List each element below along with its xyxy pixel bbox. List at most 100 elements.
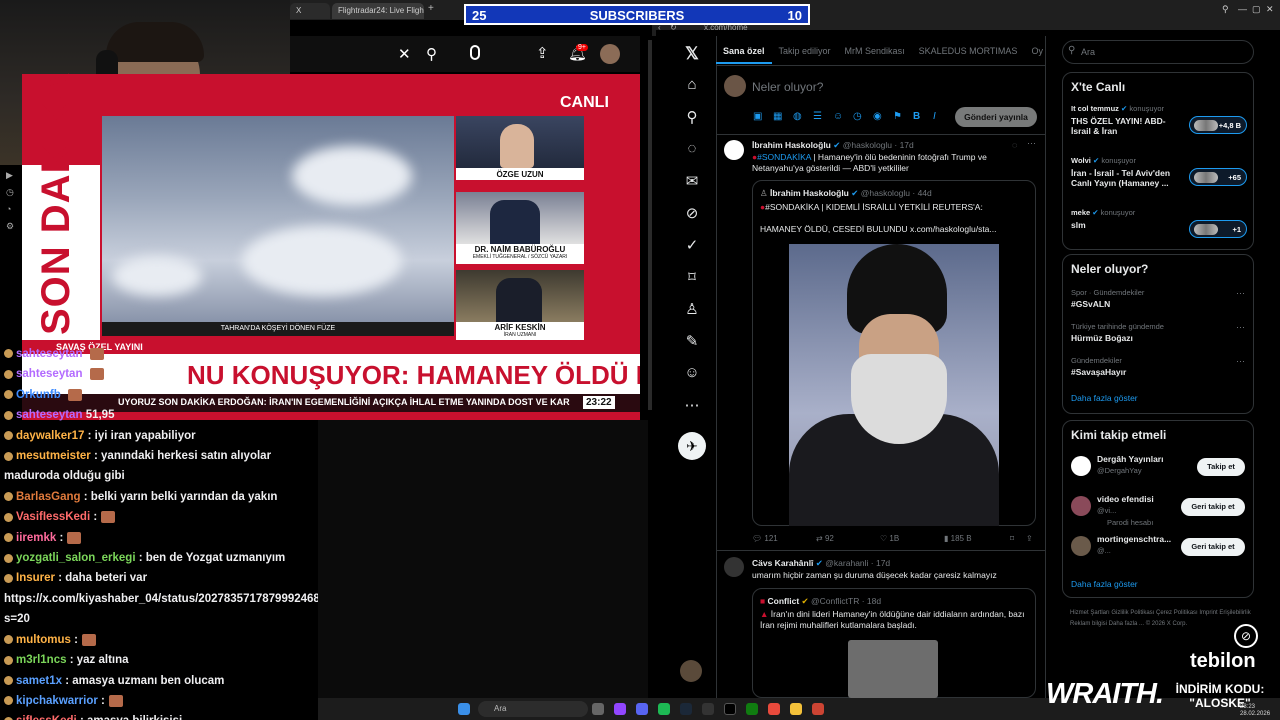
chat-username[interactable]: iiremkk <box>16 532 56 544</box>
live-listeners[interactable]: +4,8 B <box>1189 116 1247 134</box>
like-button[interactable]: ♡ 1B <box>880 534 899 543</box>
follow-name[interactable]: video efendisi <box>1097 494 1179 504</box>
chat-username[interactable]: Insurer <box>16 572 55 584</box>
epic-icon[interactable] <box>702 703 714 715</box>
follow-name[interactable]: Dergâh Yayınları <box>1097 454 1179 464</box>
timeline-tab[interactable]: SKALEDUS MORTIMAS <box>912 38 1025 56</box>
chat-username[interactable]: kipchakwarrior <box>16 695 98 707</box>
trends-more-link[interactable]: Daha fazla göster <box>1071 393 1138 403</box>
follow-more-link[interactable]: Daha fazla göster <box>1071 579 1138 589</box>
timeline-tab[interactable]: MrM Sendikası <box>838 38 912 56</box>
live-item[interactable]: Wolvi ✔ konuşuyor İran - İsrail - Tel Avi… <box>1071 156 1249 202</box>
history-icon[interactable]: ◷ <box>6 187 14 198</box>
trend-item[interactable]: Türkiye tarihinde gündemde Hürmüz Boğazı ⋯ <box>1071 322 1247 350</box>
author-handle[interactable]: @karahanli · 17d <box>825 558 890 568</box>
chat-username[interactable]: samet1x <box>16 675 62 687</box>
xbox-icon[interactable] <box>746 703 758 715</box>
folder-icon[interactable] <box>790 703 802 715</box>
follow-name[interactable]: mortingenschtra... <box>1097 534 1179 544</box>
tab-x[interactable]: X <box>290 3 330 19</box>
avatar[interactable] <box>1071 536 1091 556</box>
tweet-photo[interactable] <box>789 244 999 526</box>
chat-username[interactable]: sahteseytan <box>16 409 82 421</box>
bold-icon[interactable]: B <box>913 111 920 122</box>
bookmark-icon[interactable]: ⌑ <box>1010 534 1014 543</box>
chat-username[interactable]: VasifIessKedi <box>16 511 90 523</box>
live-item[interactable]: It col temmuz ✔ konuşuyor THS ÖZEL YAYIN!… <box>1071 104 1249 150</box>
timeline-tab[interactable]: Oy <box>1024 38 1046 56</box>
location-icon[interactable]: ◉ <box>873 111 882 122</box>
grok-icon[interactable]: ◍ <box>793 111 802 122</box>
bookmarks-icon[interactable]: ⌑ <box>680 268 704 286</box>
emoji-icon[interactable]: ☺ <box>833 111 843 122</box>
author-handle[interactable]: @haskologlu · 17d <box>843 140 914 150</box>
clear-search-icon[interactable]: ✕ <box>398 45 411 63</box>
task-view-icon[interactable] <box>592 703 604 715</box>
x-logo-icon[interactable]: 𝕏 <box>680 44 704 64</box>
chat-username[interactable]: multomus <box>16 634 71 646</box>
more-options-icon[interactable]: ⋯ <box>1236 356 1245 367</box>
hashtag[interactable]: #SONDAKİKA <box>757 152 811 162</box>
spotify-icon[interactable] <box>658 703 670 715</box>
image-icon[interactable]: ▣ <box>753 111 762 122</box>
grok-icon[interactable]: ◌ <box>1012 140 1017 150</box>
communities-icon[interactable]: ✓ <box>680 236 704 254</box>
chat-username[interactable]: mesutmeister <box>16 450 91 462</box>
taskbar-search[interactable]: Ara <box>478 701 588 717</box>
profile-icon[interactable]: ☺ <box>680 364 704 381</box>
search-icon[interactable]: ⚲ <box>426 45 437 63</box>
live-item[interactable]: meke ✔ konuşuyor slm +1 <box>1071 208 1249 254</box>
settings-icon[interactable]: ⚙ <box>6 221 14 232</box>
follow-button[interactable]: Takip et <box>1197 458 1245 476</box>
quote-image[interactable] <box>848 640 938 698</box>
chat-username[interactable]: daywalker17 <box>16 430 84 442</box>
scrollbar[interactable] <box>648 40 652 410</box>
follow-button[interactable]: Geri takip et <box>1181 498 1245 516</box>
trend-item[interactable]: Gündemdekiler #SavaşaHayır ⋯ <box>1071 356 1247 384</box>
chat-username[interactable]: yozgatli_salon_erkegi <box>16 552 136 564</box>
jobs-icon[interactable]: ♙ <box>680 300 704 318</box>
more-options-icon[interactable]: ⋯ <box>1236 288 1245 299</box>
minimize-button[interactable]: — <box>1238 4 1247 14</box>
compose-input[interactable]: Neler oluyor? <box>752 80 823 94</box>
microphone-icon[interactable] <box>470 45 480 60</box>
more-icon[interactable]: ⋯ <box>680 396 704 414</box>
opera-icon[interactable] <box>812 703 824 715</box>
new-tab-button[interactable]: + <box>428 3 434 14</box>
home-icon[interactable]: ⌂ <box>680 76 704 93</box>
poll-icon[interactable]: ☰ <box>813 111 822 122</box>
search-input[interactable]: Ara <box>1062 40 1254 64</box>
maximize-button[interactable]: ▢ <box>1252 4 1261 15</box>
x-app-icon[interactable] <box>724 703 736 715</box>
close-button[interactable]: ✕ <box>1266 4 1274 15</box>
follow-suggestion[interactable]: video efendisi @vi... Parodi hesabı Geri ta… <box>1071 494 1247 530</box>
schedule-icon[interactable]: ◷ <box>853 111 862 122</box>
more-options-icon[interactable]: ⋯ <box>1236 322 1245 333</box>
avatar[interactable] <box>680 660 702 682</box>
timeline-tab[interactable]: Sana özel <box>716 38 772 64</box>
avatar[interactable] <box>1071 456 1091 476</box>
avatar[interactable] <box>600 44 620 64</box>
post-button[interactable]: Gönderi yayınla <box>955 107 1037 127</box>
repost-button[interactable]: ⇄ 92 <box>816 534 834 543</box>
chat-username[interactable]: m3rl1ncs <box>16 654 67 666</box>
avatar[interactable] <box>724 557 744 577</box>
chat-username[interactable]: sahteseytan <box>16 368 82 380</box>
grok-icon[interactable]: ⊘ <box>680 204 704 222</box>
play-icon[interactable]: ▶ <box>6 170 13 181</box>
explore-icon[interactable]: ⚲ <box>680 108 704 126</box>
follow-button[interactable]: Geri takip et <box>1181 538 1245 556</box>
follow-suggestion[interactable]: Dergâh Yayınları @DergahYay Takip et <box>1071 454 1247 490</box>
messages-icon[interactable]: ✉ <box>680 172 704 190</box>
share-icon[interactable]: ⇪ <box>1026 534 1033 543</box>
notifications-icon[interactable]: ◌ <box>680 140 704 157</box>
chat-username[interactable]: sifIessKedi <box>16 715 77 720</box>
twitch-icon[interactable] <box>614 703 626 715</box>
edit-icon[interactable]: ✎ <box>680 332 704 350</box>
discord-icon[interactable] <box>636 703 648 715</box>
live-listeners[interactable]: +1 <box>1189 220 1247 238</box>
search-icon[interactable]: ⚲ <box>1222 4 1229 15</box>
more-options-icon[interactable]: ⋯ <box>1027 138 1036 149</box>
author-name[interactable]: Cävs Karahânlî <box>752 558 813 568</box>
start-icon[interactable] <box>458 703 470 715</box>
